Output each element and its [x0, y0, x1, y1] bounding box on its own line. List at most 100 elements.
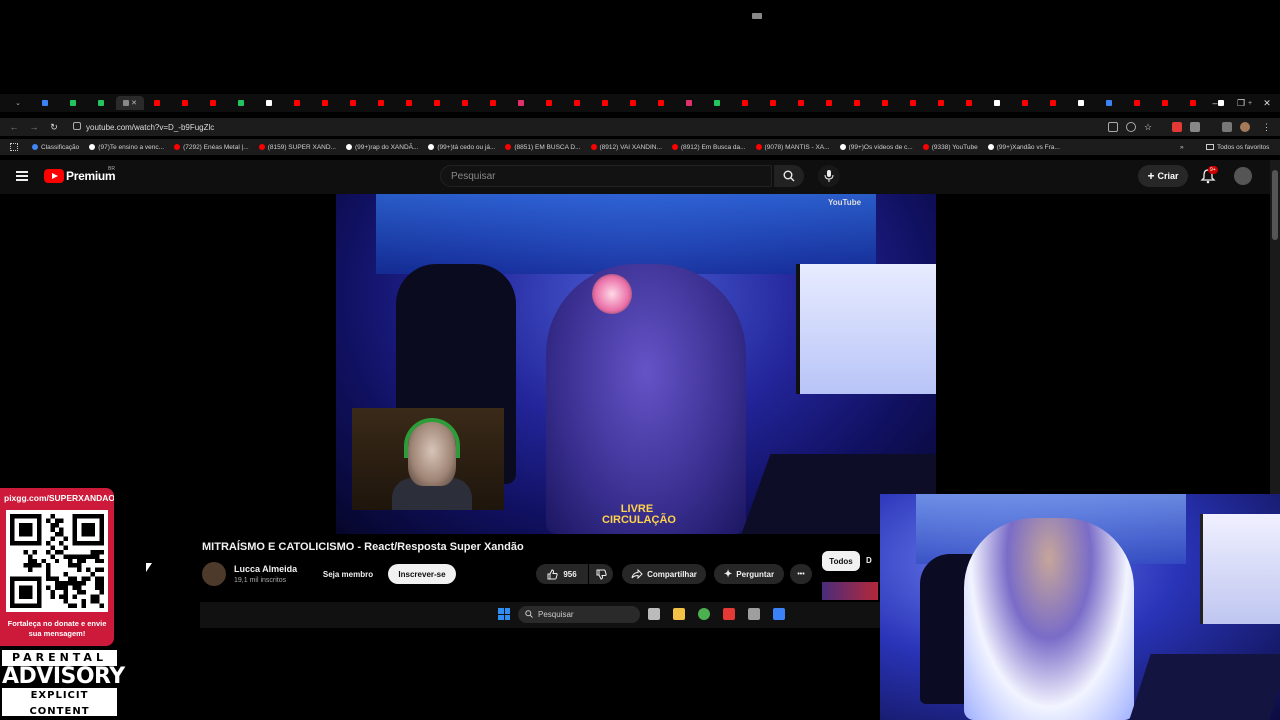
search-button[interactable] — [774, 165, 804, 187]
hamburger-menu-icon[interactable] — [16, 171, 28, 181]
browser-tab[interactable] — [1040, 96, 1068, 110]
address-bar[interactable]: youtube.com/watch?v=D_-b9FugZlc — [70, 119, 1100, 135]
browser-tab[interactable] — [424, 96, 452, 110]
bookmark-item[interactable]: (8159) SUPER XAND... — [258, 144, 336, 151]
channel-avatar[interactable] — [202, 562, 226, 586]
browser-tab[interactable] — [1124, 96, 1152, 110]
browser-tab[interactable] — [704, 96, 732, 110]
voice-search-button[interactable] — [818, 165, 840, 187]
browser-tab[interactable] — [984, 96, 1012, 110]
taskbar-app-icon[interactable] — [673, 608, 685, 620]
profile-avatar-icon[interactable] — [1240, 122, 1250, 132]
bookmark-item[interactable]: (8912) Em Busca da... — [671, 144, 746, 151]
site-info-icon[interactable] — [73, 122, 81, 130]
browser-tab[interactable] — [1096, 96, 1124, 110]
bookmark-star-icon[interactable]: ☆ — [1144, 122, 1154, 132]
browser-tab[interactable] — [228, 96, 256, 110]
youtube-logo-icon[interactable] — [44, 169, 64, 183]
taskbar-app-icon[interactable] — [773, 608, 785, 620]
filter-chip-all[interactable]: Todos — [822, 551, 860, 571]
browser-tab[interactable] — [172, 96, 200, 110]
browser-tab[interactable] — [956, 96, 984, 110]
media-icon[interactable] — [1222, 122, 1232, 132]
taskbar-app-icon[interactable] — [698, 608, 710, 620]
join-member-button[interactable]: Seja membro — [318, 564, 378, 584]
bookmark-item[interactable]: (8912) VAI XANDIN... — [590, 144, 662, 151]
extension-icon[interactable] — [1190, 122, 1200, 132]
bookmark-item[interactable]: Classificação — [32, 144, 79, 151]
bookmark-item[interactable]: (99+)Xandão vs Fra... — [987, 144, 1060, 151]
bookmark-item[interactable]: (9078) MANTIS - XA... — [755, 144, 830, 151]
browser-tab[interactable] — [648, 96, 676, 110]
browser-tab[interactable] — [564, 96, 592, 110]
browser-tab[interactable] — [396, 96, 424, 110]
tab-list-dropdown[interactable]: ⌄ — [4, 96, 32, 110]
bookmark-item[interactable]: (99+)rap do XANDÃ... — [345, 144, 418, 151]
browser-tab[interactable] — [256, 96, 284, 110]
browser-tab[interactable] — [536, 96, 564, 110]
channel-name[interactable]: Lucca Almeida — [234, 564, 297, 574]
browser-tab[interactable] — [340, 96, 368, 110]
bookmark-item[interactable]: (97)Te ensino a venc... — [89, 144, 164, 151]
create-button[interactable]: + Criar — [1138, 165, 1188, 187]
bookmark-item[interactable]: (8851) EM BUSCA D... — [505, 144, 581, 151]
zoom-icon[interactable] — [1126, 122, 1136, 132]
more-bookmarks-icon[interactable]: » — [1180, 144, 1184, 151]
account-avatar[interactable] — [1234, 167, 1252, 185]
ask-button[interactable]: ✦ Perguntar — [714, 564, 784, 584]
reload-button[interactable]: ↻ — [44, 122, 64, 133]
browser-tab[interactable] — [144, 96, 172, 110]
browser-tab[interactable] — [480, 96, 508, 110]
apps-grid-icon[interactable] — [10, 143, 18, 151]
windows-start-icon[interactable] — [498, 608, 510, 620]
browser-tab[interactable] — [760, 96, 788, 110]
browser-tab[interactable] — [620, 96, 648, 110]
taskbar-search-input[interactable]: Pesquisar — [518, 606, 640, 623]
browser-tab[interactable] — [1152, 96, 1180, 110]
browser-tab[interactable] — [32, 96, 60, 110]
forward-button[interactable]: → — [24, 122, 44, 132]
browser-tab[interactable] — [844, 96, 872, 110]
browser-tab[interactable] — [872, 96, 900, 110]
filter-chip-next[interactable]: D — [866, 556, 872, 565]
browser-tab[interactable] — [452, 96, 480, 110]
back-button[interactable]: ← — [4, 122, 24, 132]
like-button[interactable]: 956 — [536, 564, 588, 584]
browser-menu-icon[interactable]: ⋮ — [1262, 122, 1272, 132]
subscribe-button[interactable]: Inscrever-se — [388, 564, 456, 584]
browser-tab[interactable] — [60, 96, 88, 110]
share-button[interactable]: Compartilhar — [622, 564, 706, 584]
browser-tab[interactable] — [788, 96, 816, 110]
install-app-icon[interactable] — [1108, 122, 1118, 132]
taskbar-app-icon[interactable] — [748, 608, 760, 620]
scrollbar-thumb[interactable] — [1272, 170, 1278, 240]
browser-tab[interactable] — [1068, 96, 1096, 110]
search-input[interactable]: Pesquisar — [440, 165, 772, 187]
browser-tab[interactable]: ✕ — [116, 96, 144, 110]
browser-tab[interactable] — [732, 96, 760, 110]
keyboard-icon[interactable] — [752, 13, 762, 19]
browser-tab[interactable] — [676, 96, 704, 110]
close-window-button[interactable]: ✕ — [1254, 94, 1280, 112]
dislike-button[interactable] — [589, 564, 613, 584]
browser-tab[interactable] — [816, 96, 844, 110]
extension-icon[interactable] — [1172, 122, 1182, 132]
browser-tab[interactable] — [592, 96, 620, 110]
minimize-button[interactable]: – — [1202, 94, 1228, 112]
browser-tab[interactable] — [200, 96, 228, 110]
recommended-thumbnail[interactable] — [822, 582, 878, 600]
browser-tab[interactable] — [1012, 96, 1040, 110]
maximize-button[interactable]: ❐ — [1228, 94, 1254, 112]
more-actions-button[interactable]: ••• — [790, 564, 812, 584]
all-favorites-folder[interactable]: Todos os favoritos — [1206, 144, 1269, 151]
browser-tab[interactable] — [900, 96, 928, 110]
browser-tab[interactable] — [368, 96, 396, 110]
bookmark-item[interactable]: (99+)tá cedo ou já... — [428, 144, 495, 151]
taskbar-app-icon[interactable] — [723, 608, 735, 620]
browser-tab[interactable] — [928, 96, 956, 110]
taskbar-app-icon[interactable] — [648, 608, 660, 620]
bookmark-item[interactable]: (9338) YouTube — [922, 144, 978, 151]
browser-tab[interactable] — [284, 96, 312, 110]
browser-tab[interactable] — [508, 96, 536, 110]
bookmark-item[interactable]: (99+)Os vídeos de c... — [839, 144, 913, 151]
